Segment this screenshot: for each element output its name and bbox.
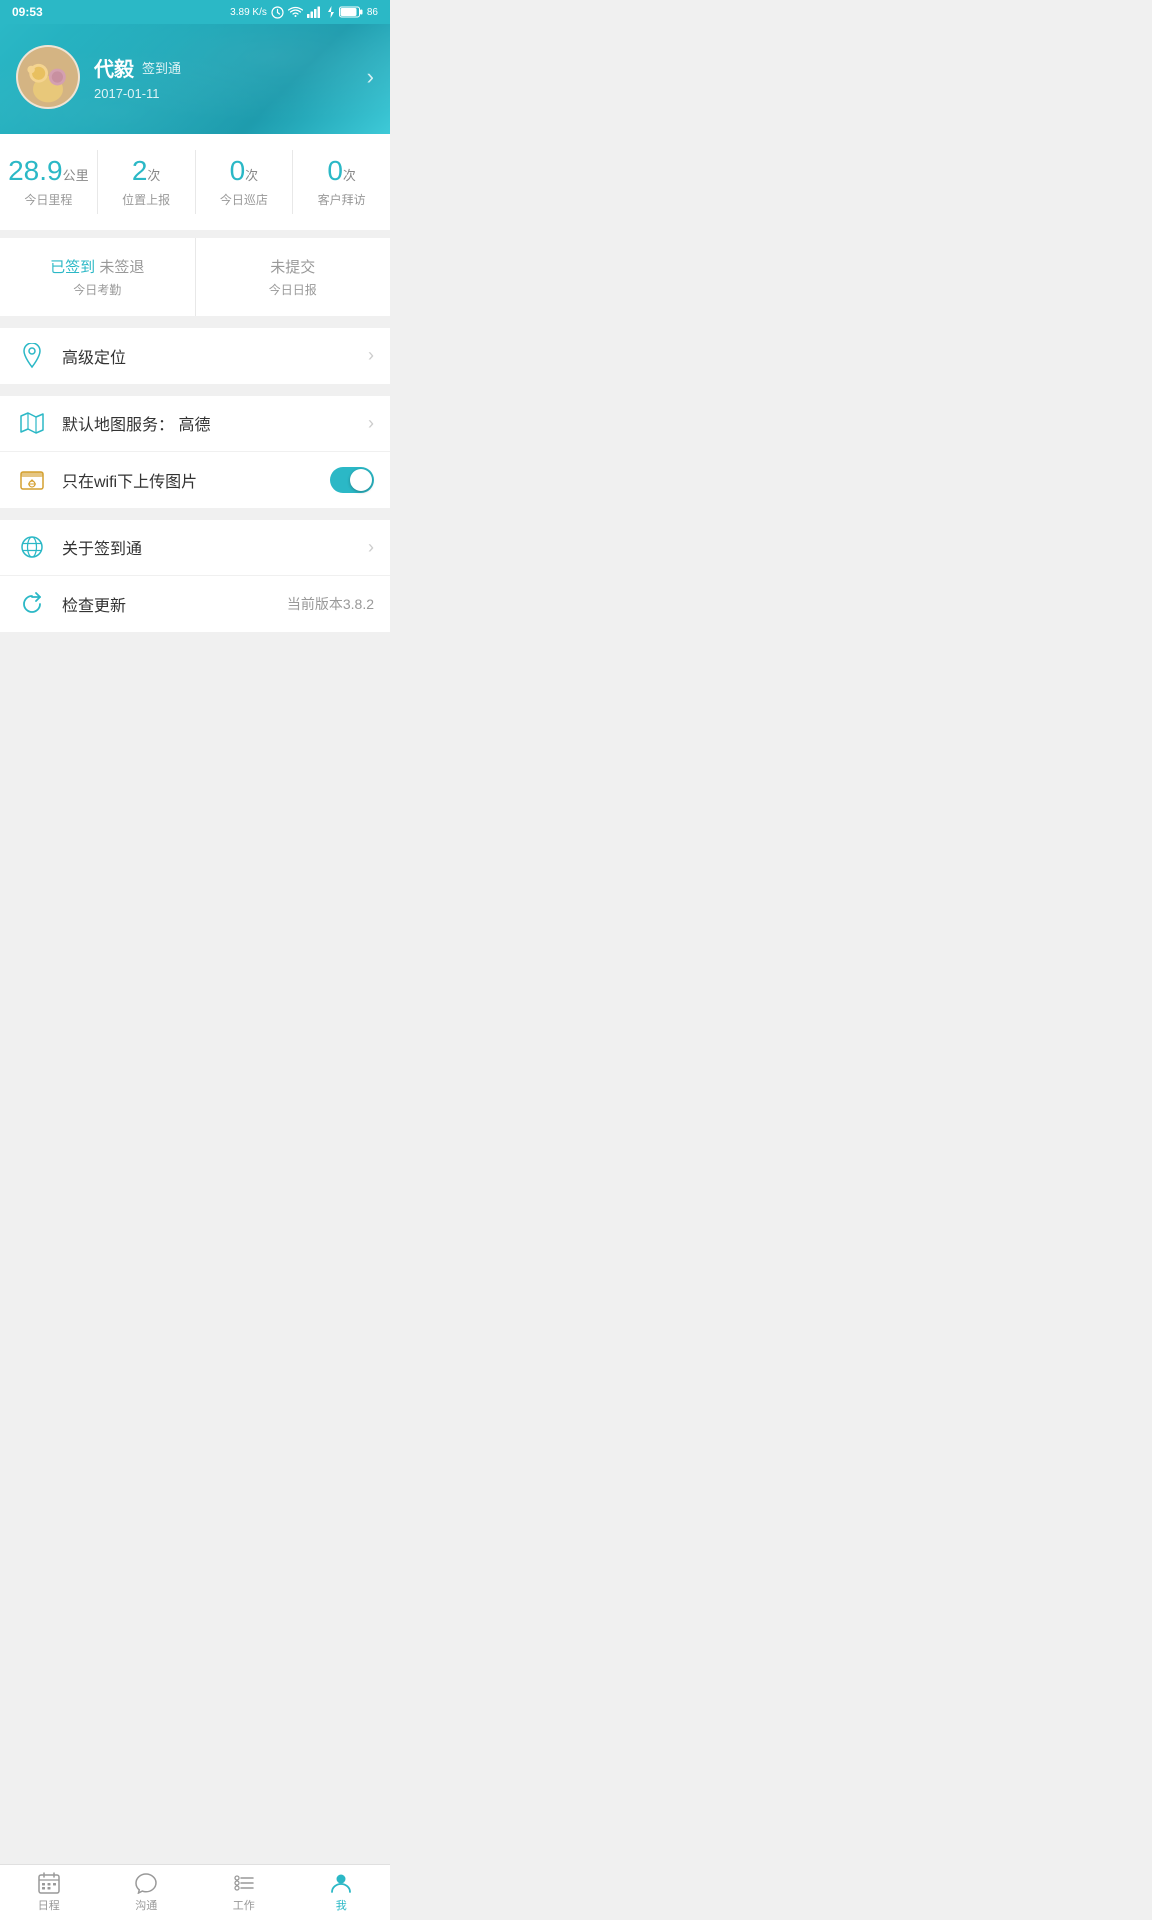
update-version: 当前版本3.8.2 xyxy=(287,594,374,614)
attendance-label-1: 今日考勤 xyxy=(8,281,187,298)
section-gap-3 xyxy=(0,508,390,520)
user-name-row: 代毅 签到通 xyxy=(94,53,181,82)
nav-label-me: 我 xyxy=(336,1897,347,1913)
main-content: 代毅 签到通 2017-01-11 › 28.9公里 今日里程 2次 位置上报 … xyxy=(0,24,390,688)
update-right: 当前版本3.8.2 xyxy=(287,594,374,614)
stat-visit: 0次 客户拜访 xyxy=(293,150,390,214)
stat-mileage-unit: 公里 xyxy=(63,168,89,183)
menu-section-2: 默认地图服务： 高德 › 只在wifi下上传图片 xyxy=(0,396,390,508)
menu-item-location[interactable]: 高级定位 › xyxy=(0,328,390,384)
schedule-icon xyxy=(37,1872,61,1894)
toggle-knob xyxy=(350,469,372,491)
map-chevron-icon: › xyxy=(368,413,374,434)
me-icon xyxy=(329,1872,353,1894)
location-icon xyxy=(16,340,48,372)
about-text: 关于签到通 xyxy=(62,535,368,559)
battery-icon xyxy=(339,6,363,18)
stat-location-unit: 次 xyxy=(147,168,160,183)
menu-section-1: 高级定位 › xyxy=(0,328,390,384)
clock-icon xyxy=(271,6,284,19)
wifi-icon xyxy=(288,6,303,18)
status-right: 3.89 K/s 86 xyxy=(230,6,378,19)
stat-location: 2次 位置上报 xyxy=(98,150,196,214)
user-name: 代毅 xyxy=(94,53,134,82)
section-gap-1 xyxy=(0,316,390,328)
map-right: › xyxy=(368,413,374,434)
stat-location-label: 位置上报 xyxy=(106,191,187,208)
attendance-report[interactable]: 未提交 今日日报 xyxy=(196,238,391,316)
stats-row: 28.9公里 今日里程 2次 位置上报 0次 今日巡店 0次 客户拜访 xyxy=(0,134,390,230)
nav-item-chat[interactable]: 沟通 xyxy=(98,1865,196,1920)
header-date: 2017-01-11 xyxy=(94,86,181,101)
avatar xyxy=(16,45,80,109)
map-text: 默认地图服务： 高德 xyxy=(62,411,368,435)
wifi-upload-right xyxy=(330,467,374,493)
profile-chevron-icon[interactable]: › xyxy=(367,64,374,90)
menu-section-3: 关于签到通 › 检查更新 当前版本3.8.2 xyxy=(0,520,390,632)
menu-item-about[interactable]: 关于签到通 › xyxy=(0,520,390,576)
about-chevron-icon: › xyxy=(368,537,374,558)
stat-patrol: 0次 今日巡店 xyxy=(196,150,294,214)
checkin-status: 已签到 未签退 xyxy=(8,256,187,277)
update-icon xyxy=(16,588,48,620)
location-chevron-icon: › xyxy=(368,345,374,366)
wifi-upload-icon xyxy=(16,464,48,496)
nav-item-schedule[interactable]: 日程 xyxy=(0,1865,98,1920)
user-tag: 签到通 xyxy=(142,58,181,77)
profile-info: 代毅 签到通 2017-01-11 xyxy=(16,45,181,109)
nav-label-schedule: 日程 xyxy=(38,1897,60,1913)
battery-level: 86 xyxy=(367,7,378,18)
work-icon xyxy=(232,1872,256,1894)
stat-mileage-label: 今日里程 xyxy=(8,191,89,208)
signed-text: 已签到 xyxy=(50,259,95,276)
menu-item-map[interactable]: 默认地图服务： 高德 › xyxy=(0,396,390,452)
signal-icon xyxy=(307,6,323,18)
location-right: › xyxy=(368,345,374,366)
stat-patrol-unit: 次 xyxy=(245,168,258,183)
wifi-upload-toggle[interactable] xyxy=(330,467,374,493)
chat-icon xyxy=(134,1872,158,1894)
attendance-row: 已签到 未签退 今日考勤 未提交 今日日报 xyxy=(0,230,390,316)
nav-label-work: 工作 xyxy=(233,1897,255,1913)
location-text: 高级定位 xyxy=(62,344,368,368)
profile-header[interactable]: 代毅 签到通 2017-01-11 › xyxy=(0,24,390,134)
stat-visit-unit: 次 xyxy=(343,168,356,183)
stat-patrol-number: 0次 xyxy=(204,156,285,187)
section-gap-2 xyxy=(0,384,390,396)
stat-visit-label: 客户拜访 xyxy=(301,191,382,208)
status-time: 09:53 xyxy=(12,5,43,19)
nav-label-chat: 沟通 xyxy=(135,1897,157,1913)
status-bar: 09:53 3.89 K/s xyxy=(0,0,390,24)
menu-item-wifi-upload[interactable]: 只在wifi下上传图片 xyxy=(0,452,390,508)
status-speed: 3.89 K/s xyxy=(230,7,267,18)
update-text: 检查更新 xyxy=(62,592,287,616)
stat-mileage-number: 28.9公里 xyxy=(8,156,89,187)
wifi-upload-text: 只在wifi下上传图片 xyxy=(62,468,330,492)
avatar-image xyxy=(18,45,78,109)
stat-mileage: 28.9公里 今日里程 xyxy=(0,150,98,214)
nav-item-work[interactable]: 工作 xyxy=(195,1865,293,1920)
report-status: 未提交 xyxy=(204,256,383,277)
globe-icon xyxy=(16,531,48,563)
attendance-checkin[interactable]: 已签到 未签退 今日考勤 xyxy=(0,238,196,316)
map-icon xyxy=(16,407,48,439)
charging-icon xyxy=(327,6,335,18)
stat-patrol-label: 今日巡店 xyxy=(204,191,285,208)
attendance-label-2: 今日日报 xyxy=(204,281,383,298)
stat-location-number: 2次 xyxy=(106,156,187,187)
nav-item-me[interactable]: 我 xyxy=(293,1865,391,1920)
unsigned-text: 未签退 xyxy=(99,259,144,276)
stat-visit-number: 0次 xyxy=(301,156,382,187)
about-right: › xyxy=(368,537,374,558)
bottom-nav: 日程 沟通 工作 我 xyxy=(0,1864,390,1920)
menu-item-update[interactable]: 检查更新 当前版本3.8.2 xyxy=(0,576,390,632)
header-info: 代毅 签到通 2017-01-11 xyxy=(94,53,181,101)
